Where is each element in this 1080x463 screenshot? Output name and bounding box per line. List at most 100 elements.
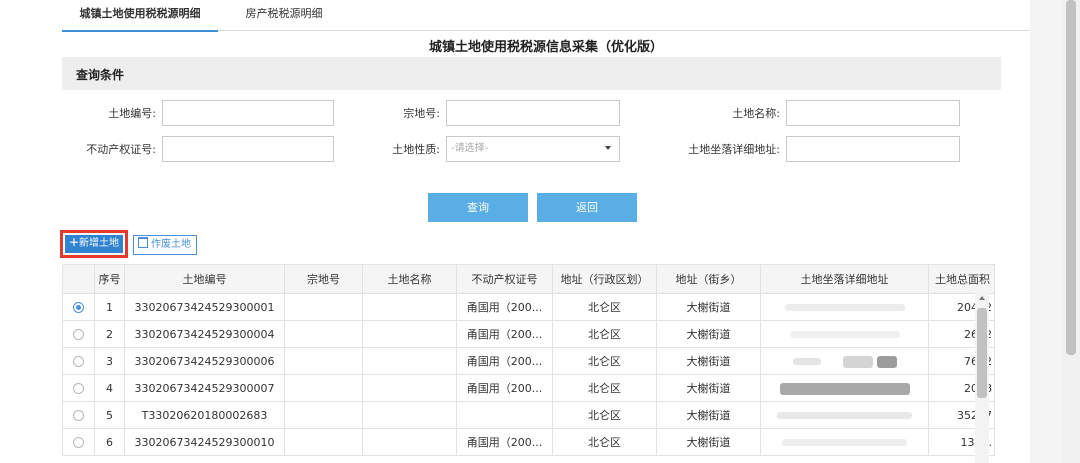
page-scroll-thumb[interactable] [1066,0,1076,355]
void-land-button[interactable]: 作废土地 [133,235,197,255]
address-cell [760,347,929,375]
land-no-input[interactable] [162,100,334,126]
back-button[interactable]: 返回 [537,193,637,222]
radio-icon[interactable] [73,329,84,340]
row-radio-cell[interactable] [62,401,95,429]
table-scroll-thumb[interactable] [977,308,987,398]
row-radio-cell[interactable] [62,374,95,402]
page-scrollbar[interactable] [1062,0,1080,463]
table-row[interactable]: 3 33020673424529300006 甬国用（200... 北仑区 大榭… [62,347,995,375]
name-cell [362,347,457,375]
column-header: 土地编号 [124,264,285,294]
column-header: 宗地号 [284,264,363,294]
address-cell [760,374,929,402]
parcel-cell [284,428,363,456]
name-cell [362,293,457,321]
redacted-text [782,439,907,446]
seq-cell: 2 [94,320,125,348]
table-row[interactable]: 6 33020673424529300010 甬国用（200... 北仑区 大榭… [62,428,995,456]
land-nature-select[interactable]: -请选择- [446,136,620,162]
tab-land-use-tax[interactable]: 城镇土地使用税税源明细 [62,0,218,32]
table-row[interactable]: 4 33020673424529300007 甬国用（200... 北仑区 大榭… [62,374,995,402]
parcel-no-input[interactable] [446,100,620,126]
address-cell [760,401,929,429]
street-cell: 大榭街道 [656,320,761,348]
radio-icon[interactable] [73,383,84,394]
column-header: 地址（行政区划） [552,264,657,294]
district-cell: 北仑区 [552,320,657,348]
land-no-cell: T33020620180002683 [124,401,285,429]
row-radio-cell[interactable] [62,428,95,456]
radio-icon[interactable] [73,356,84,367]
row-radio-cell[interactable] [62,320,95,348]
seq-cell: 6 [94,428,125,456]
land-no-cell: 33020673424529300010 [124,428,285,456]
street-cell: 大榭街道 [656,428,761,456]
address-detail-label: 土地坐落详细地址: [688,143,780,156]
parcel-cell [284,401,363,429]
street-cell: 大榭街道 [656,293,761,321]
district-cell: 北仑区 [552,374,657,402]
side-gutter [1030,0,1062,463]
redacted-text [784,304,905,311]
address-cell [760,428,929,456]
table-row[interactable]: 2 33020673424529300004 甬国用（200... 北仑区 大榭… [62,320,995,348]
street-cell: 大榭街道 [656,401,761,429]
address-cell [760,293,929,321]
redacted-text [876,355,897,368]
redacted-text [789,331,900,338]
property-cert-label: 不动产权证号: [86,143,156,156]
add-land-label: 新增土地 [79,238,119,249]
query-button[interactable]: 查询 [428,193,528,222]
chevron-down-icon [605,146,611,150]
select-column-header [62,264,95,294]
add-land-button[interactable]: ＋新增土地 [60,230,128,258]
table-row[interactable]: 1 33020673424529300001 甬国用（200... 北仑区 大榭… [62,293,995,321]
street-cell: 大榭街道 [656,374,761,402]
seq-cell: 1 [94,293,125,321]
address-cell [760,320,929,348]
cert-cell: 甬国用（200... [456,428,553,456]
column-header: 土地总面积 [928,264,995,294]
redacted-text [777,412,912,419]
scroll-up-icon[interactable] [979,296,985,300]
land-name-input[interactable] [786,100,960,126]
trash-icon [138,237,148,248]
row-radio-cell[interactable] [62,347,95,375]
street-cell: 大榭街道 [656,347,761,375]
cert-cell [456,401,553,429]
land-no-cell: 33020673424529300001 [124,293,285,321]
seq-cell: 4 [94,374,125,402]
seq-cell: 5 [94,401,125,429]
table-scrollbar[interactable] [975,292,989,463]
tab-bar: 城镇土地使用税税源明细 房产税税源明细 [62,0,1030,32]
parcel-no-label: 宗地号: [403,107,440,120]
redacted-text [792,358,821,365]
cert-cell: 甬国用（200... [456,293,553,321]
district-cell: 北仑区 [552,401,657,429]
radio-selected-icon[interactable] [73,302,84,313]
column-header: 序号 [94,264,125,294]
row-radio-cell[interactable] [62,293,95,321]
district-cell: 北仑区 [552,347,657,375]
redacted-text [842,355,873,368]
district-cell: 北仑区 [552,293,657,321]
column-header: 地址（街乡） [656,264,761,294]
district-cell: 北仑区 [552,428,657,456]
address-detail-input[interactable] [786,136,960,162]
table-header-row: 序号 土地编号 宗地号 土地名称 不动产权证号 地址（行政区划） 地址（街乡） … [62,264,995,294]
property-cert-input[interactable] [162,136,334,162]
tab-property-tax[interactable]: 房产税税源明细 [234,0,334,30]
plus-icon: ＋ [69,238,79,249]
radio-icon[interactable] [73,437,84,448]
parcel-cell [284,293,363,321]
cert-cell: 甬国用（200... [456,347,553,375]
land-no-cell: 33020673424529300004 [124,320,285,348]
radio-icon[interactable] [73,410,84,421]
table-row[interactable]: 5 T33020620180002683 北仑区 大榭街道 35207 [62,401,995,429]
land-nature-label: 土地性质: [392,143,440,156]
land-table: 序号 土地编号 宗地号 土地名称 不动产权证号 地址（行政区划） 地址（街乡） … [62,264,995,456]
name-cell [362,428,457,456]
land-no-label: 土地编号: [108,107,156,120]
land-no-cell: 33020673424529300007 [124,374,285,402]
